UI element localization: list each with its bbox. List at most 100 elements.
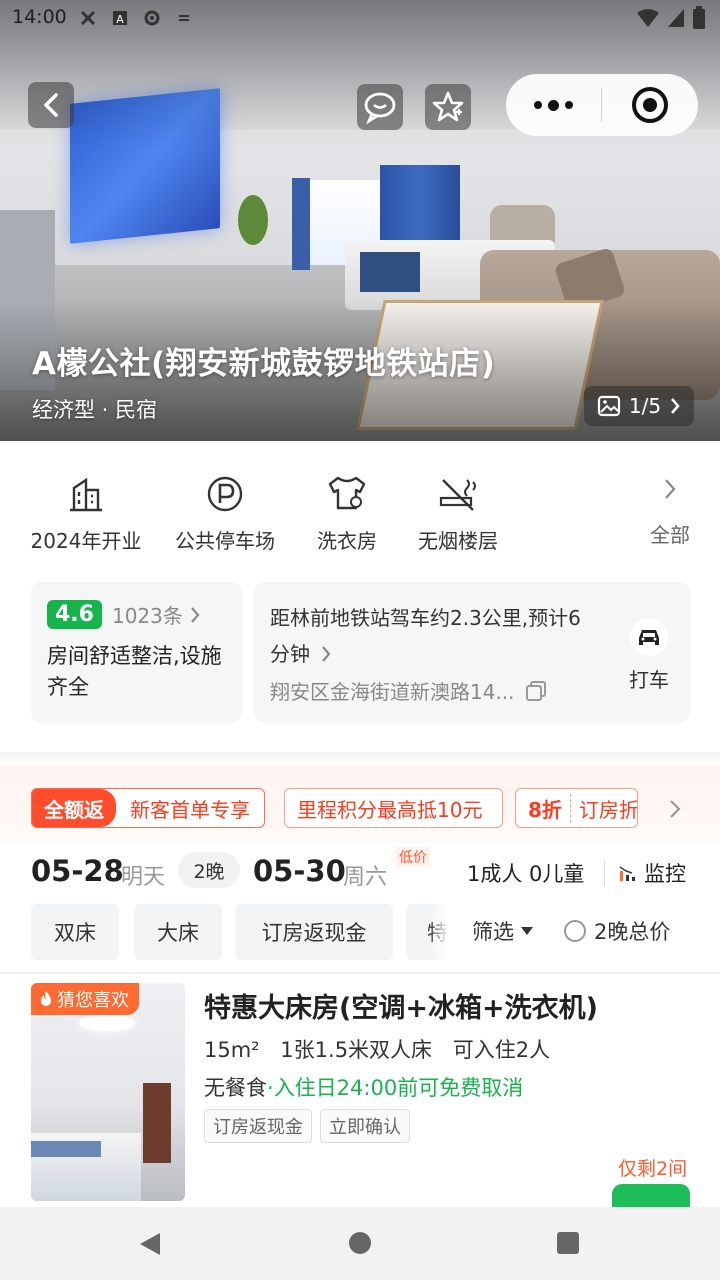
promo-discount[interactable]: 8折 订房折: [515, 788, 638, 828]
section-gap: [0, 752, 720, 766]
favorite-button[interactable]: [425, 84, 471, 130]
photo-counter-text: 1/5: [628, 394, 662, 418]
price-monitor-label: 监控: [644, 862, 686, 886]
room-tag: 立即确认: [320, 1109, 410, 1143]
distance-text: 距林前地铁站驾车约2.3公里,预计6分钟: [270, 606, 581, 666]
target-icon: [632, 87, 668, 123]
copy-icon[interactable]: [525, 680, 547, 702]
room-photo-lamp: [79, 1015, 135, 1031]
car-icon: [639, 630, 659, 645]
chat-icon: [364, 92, 396, 124]
facility-opened-2024[interactable]: 2024年开业: [30, 471, 142, 554]
recommend-badge: 猜您喜欢: [31, 983, 139, 1015]
chat-button[interactable]: [357, 84, 403, 130]
laundry-icon: [328, 476, 366, 510]
meal-info: 无餐食: [204, 1076, 267, 1100]
taxi-label: 打车: [629, 668, 669, 692]
room-tags: 订房返现金 立即确认: [204, 1109, 410, 1143]
address-text: 翔安区金海街道新澳路14...: [270, 680, 515, 704]
rooms-left: 仅剩2间: [618, 1158, 688, 1180]
facility-label: 公共停车场: [175, 529, 275, 553]
room-photo-door: [143, 1083, 171, 1163]
price-trend-icon: [619, 866, 635, 881]
image-icon: [597, 395, 621, 417]
app-a-icon: A: [113, 11, 127, 26]
building-icon: [70, 477, 102, 512]
location-card[interactable]: 距林前地铁站驾车约2.3公里,预计6分钟 翔安区金海街道新澳路14... 打车: [254, 582, 690, 723]
cancel-sep: ·: [267, 1076, 274, 1100]
filter-chip-twin[interactable]: 双床: [31, 904, 119, 960]
no-smoking-icon: [439, 479, 476, 511]
rating-card[interactable]: 4.6 1023条 房间舒适整洁,设施齐全: [31, 582, 242, 723]
facility-non-smoking[interactable]: 无烟楼层: [415, 471, 501, 554]
review-count: 1023条: [111, 604, 183, 628]
battery-icon: [693, 6, 705, 29]
all-facilities-button[interactable]: 全部: [640, 477, 700, 548]
total-price-toggle[interactable]: 2晚总价: [564, 916, 670, 946]
more-options-button[interactable]: [506, 99, 601, 111]
guest-selector[interactable]: 1成人 0儿童: [467, 858, 584, 888]
photo-plant: [238, 195, 268, 245]
back-button[interactable]: [28, 82, 74, 128]
more-dot-icon: [548, 99, 559, 111]
low-price-badge: 低价: [396, 847, 430, 867]
close-miniprogram-button[interactable]: [602, 87, 698, 123]
star-plus-icon: [432, 91, 464, 122]
promo-mileage[interactable]: 里程积分最高抵10元: [284, 788, 503, 828]
more-dot-icon: [565, 101, 573, 109]
nav-recents-icon[interactable]: [557, 1232, 579, 1254]
radio-button[interactable]: [564, 920, 586, 942]
promo-text: 新客首单专享: [130, 797, 250, 822]
caret-down-icon: [521, 927, 533, 935]
rating-score: 4.6: [47, 600, 102, 629]
nav-back-icon[interactable]: [138, 1231, 162, 1257]
checkout-day: 周六: [343, 865, 388, 890]
promo-discount-value: 8折: [528, 797, 562, 822]
photo-curtain: [292, 178, 310, 270]
rating-summary: 房间舒适整洁,设施齐全: [47, 644, 222, 699]
filter-chip-cashback[interactable]: 订房返现金: [235, 904, 393, 960]
room-photo[interactable]: [31, 983, 185, 1201]
room-policy: 无餐食·入住日24:00前可免费取消: [204, 1072, 523, 1102]
facility-label: 洗衣房: [317, 529, 377, 553]
photo-counter-button[interactable]: 1/5: [584, 386, 694, 426]
facility-laundry[interactable]: 洗衣房: [314, 471, 380, 554]
facility-label: 2024年开业: [30, 529, 142, 553]
total-price-label: 2晚总价: [594, 920, 671, 944]
nights-count: 2晚: [178, 852, 240, 888]
room-photo-runner: [31, 1141, 101, 1157]
recommend-badge-text: 猜您喜欢: [57, 990, 129, 1011]
address-row: 翔安区金海街道新澳路14...: [270, 676, 674, 705]
signal-icon: [668, 9, 684, 27]
status-bar: 14:00 A: [0, 0, 720, 36]
distance-info[interactable]: 距林前地铁站驾车约2.3公里,预计6分钟: [270, 600, 600, 672]
checkin-date[interactable]: 05-28: [31, 854, 124, 888]
filter-chip-king[interactable]: 大床: [134, 904, 222, 960]
promo-bar: 全额返 新客首单专享 里程积分最高抵10元 8折 订房折: [0, 766, 720, 842]
chevron-right-icon: [191, 606, 200, 623]
facility-parking[interactable]: 公共停车场: [172, 471, 278, 554]
miniprogram-capsule: [506, 74, 698, 136]
promo-new-customer[interactable]: 全额返 新客首单专享: [31, 788, 265, 828]
taxi-button[interactable]: 打车: [624, 618, 674, 693]
promo-discount-text: 订房折: [569, 793, 637, 823]
hotel-type: 经济型 · 民宿: [32, 398, 158, 422]
price-monitor-button[interactable]: 监控: [618, 858, 686, 888]
filter-dropdown[interactable]: 筛选: [472, 916, 534, 946]
facility-label: 无烟楼层: [418, 529, 498, 553]
date-selector: 05-28 明天 2晚 05-30 周六 低价 1成人 0儿童 监控: [0, 842, 720, 902]
chevron-right-icon: [322, 646, 331, 662]
wifi-icon: [637, 9, 659, 27]
cancellation-policy: 入住日24:00前可免费取消: [273, 1076, 524, 1100]
checkout-date[interactable]: 05-30: [253, 854, 346, 888]
chevron-right-icon[interactable]: [668, 798, 682, 820]
room-capacity: 可入住2人: [452, 1038, 551, 1062]
date-bar-divider: [604, 860, 605, 886]
chevron-right-icon: [665, 479, 676, 499]
promo-lead: 全额返: [32, 789, 116, 827]
data-saver-icon: [179, 15, 189, 21]
nav-home-icon[interactable]: [349, 1232, 371, 1254]
room-title[interactable]: 特惠大床房(空调+冰箱+洗衣机): [204, 986, 598, 1025]
parking-icon: [207, 476, 243, 512]
all-facilities-label: 全部: [650, 523, 690, 547]
